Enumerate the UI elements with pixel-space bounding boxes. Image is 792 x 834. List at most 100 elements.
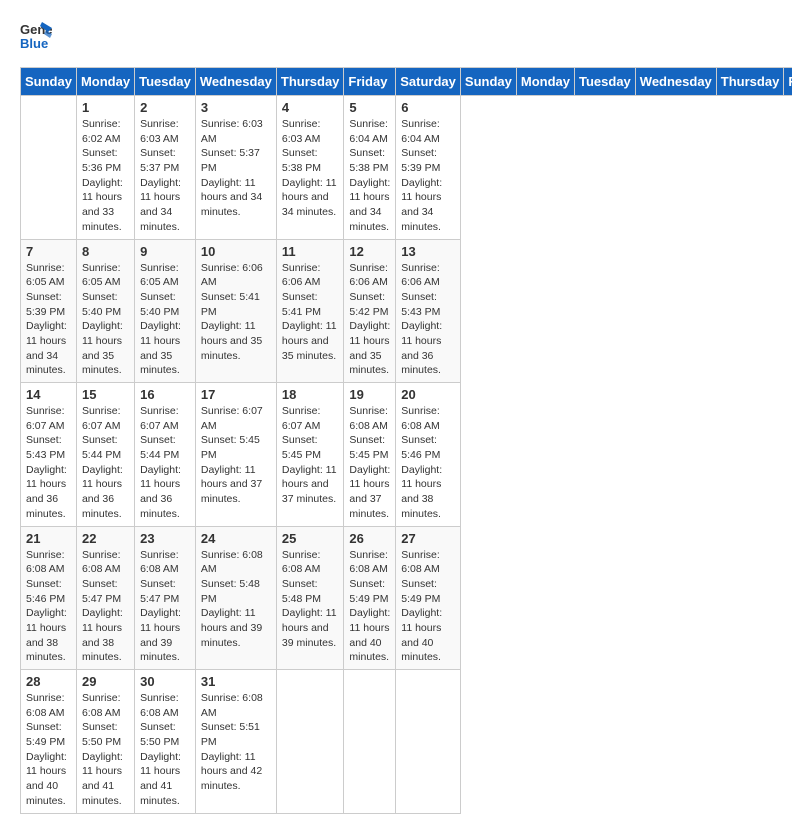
day-info: Sunrise: 6:07 AMSunset: 5:45 PMDaylight:… <box>282 404 339 507</box>
day-info: Sunrise: 6:03 AMSunset: 5:38 PMDaylight:… <box>282 117 339 220</box>
day-number: 30 <box>140 674 190 689</box>
day-number: 19 <box>349 387 390 402</box>
day-info: Sunrise: 6:06 AMSunset: 5:41 PMDaylight:… <box>201 261 271 364</box>
day-info: Sunrise: 6:08 AMSunset: 5:49 PMDaylight:… <box>26 691 71 809</box>
day-number: 2 <box>140 100 190 115</box>
column-header-saturday: Saturday <box>396 68 461 96</box>
calendar-cell: 6 Sunrise: 6:04 AMSunset: 5:39 PMDaylight… <box>396 96 461 240</box>
column-header-sunday: Sunday <box>21 68 77 96</box>
calendar-cell: 22Sunrise: 6:08 AMSunset: 5:47 PMDayligh… <box>76 526 134 670</box>
calendar-cell: 15 Sunrise: 6:07 AMSunset: 5:44 PMDayligh… <box>76 383 134 527</box>
calendar-cell: 12Sunrise: 6:06 AMSunset: 5:42 PMDayligh… <box>344 239 396 383</box>
day-number: 29 <box>82 674 129 689</box>
calendar-week-3: 14 Sunrise: 6:07 AMSunset: 5:43 PMDayligh… <box>21 383 792 527</box>
day-number: 31 <box>201 674 271 689</box>
day-number: 14 <box>26 387 71 402</box>
calendar-cell: 26Sunrise: 6:08 AMSunset: 5:49 PMDayligh… <box>344 526 396 670</box>
day-number: 5 <box>349 100 390 115</box>
day-number: 4 <box>282 100 339 115</box>
calendar-cell <box>21 96 77 240</box>
calendar-cell: 7 Sunrise: 6:05 AMSunset: 5:39 PMDaylight… <box>21 239 77 383</box>
column-header-monday: Monday <box>76 68 134 96</box>
calendar-cell: 10Sunrise: 6:06 AMSunset: 5:41 PMDayligh… <box>195 239 276 383</box>
day-info: Sunrise: 6:07 AMSunset: 5:44 PMDaylight:… <box>82 404 129 522</box>
calendar-cell: 11 Sunrise: 6:06 AMSunset: 5:41 PMDayligh… <box>276 239 344 383</box>
day-info: Sunrise: 6:05 AMSunset: 5:40 PMDaylight:… <box>82 261 129 379</box>
day-info: Sunrise: 6:03 AMSunset: 5:37 PMDaylight:… <box>201 117 271 220</box>
calendar-cell: 24 Sunrise: 6:08 AMSunset: 5:48 PMDayligh… <box>195 526 276 670</box>
column-header-thursday: Thursday <box>716 68 784 96</box>
calendar-cell: 2 Sunrise: 6:03 AMSunset: 5:37 PMDaylight… <box>135 96 196 240</box>
day-info: Sunrise: 6:03 AMSunset: 5:37 PMDaylight:… <box>140 117 190 235</box>
day-info: Sunrise: 6:05 AMSunset: 5:39 PMDaylight:… <box>26 261 71 379</box>
day-number: 24 <box>201 531 271 546</box>
calendar-week-1: 1 Sunrise: 6:02 AMSunset: 5:36 PMDaylight… <box>21 96 792 240</box>
calendar-cell <box>344 670 396 814</box>
calendar-cell <box>276 670 344 814</box>
day-info: Sunrise: 6:08 AMSunset: 5:46 PMDaylight:… <box>401 404 455 522</box>
column-header-wednesday: Wednesday <box>195 68 276 96</box>
day-number: 15 <box>82 387 129 402</box>
calendar-cell: 23 Sunrise: 6:08 AMSunset: 5:47 PMDayligh… <box>135 526 196 670</box>
column-header-sunday: Sunday <box>460 68 516 96</box>
calendar-cell: 21 Sunrise: 6:08 AMSunset: 5:46 PMDayligh… <box>21 526 77 670</box>
day-number: 16 <box>140 387 190 402</box>
calendar-cell: 17Sunrise: 6:07 AMSunset: 5:45 PMDayligh… <box>195 383 276 527</box>
calendar-header-row: SundayMondayTuesdayWednesdayThursdayFrid… <box>21 68 792 96</box>
day-info: Sunrise: 6:08 AMSunset: 5:49 PMDaylight:… <box>349 548 390 666</box>
day-number: 28 <box>26 674 71 689</box>
logo: General Blue <box>20 20 52 57</box>
calendar-cell: 19 Sunrise: 6:08 AMSunset: 5:45 PMDayligh… <box>344 383 396 527</box>
calendar-cell: 1 Sunrise: 6:02 AMSunset: 5:36 PMDaylight… <box>76 96 134 240</box>
svg-text:Blue: Blue <box>20 36 48 51</box>
day-info: Sunrise: 6:06 AMSunset: 5:41 PMDaylight:… <box>282 261 339 364</box>
logo-icon: General Blue <box>20 20 52 57</box>
day-info: Sunrise: 6:07 AMSunset: 5:44 PMDaylight:… <box>140 404 190 522</box>
day-number: 13 <box>401 244 455 259</box>
day-number: 18 <box>282 387 339 402</box>
day-number: 8 <box>82 244 129 259</box>
day-number: 22 <box>82 531 129 546</box>
calendar-cell: 16 Sunrise: 6:07 AMSunset: 5:44 PMDayligh… <box>135 383 196 527</box>
day-number: 11 <box>282 244 339 259</box>
day-number: 25 <box>282 531 339 546</box>
day-number: 21 <box>26 531 71 546</box>
day-info: Sunrise: 6:08 AMSunset: 5:47 PMDaylight:… <box>140 548 190 666</box>
day-info: Sunrise: 6:05 AMSunset: 5:40 PMDaylight:… <box>140 261 190 379</box>
calendar-cell: 28 Sunrise: 6:08 AMSunset: 5:49 PMDayligh… <box>21 670 77 814</box>
day-number: 1 <box>82 100 129 115</box>
calendar-cell: 14 Sunrise: 6:07 AMSunset: 5:43 PMDayligh… <box>21 383 77 527</box>
day-info: Sunrise: 6:02 AMSunset: 5:36 PMDaylight:… <box>82 117 129 235</box>
day-number: 9 <box>140 244 190 259</box>
calendar-cell: 9 Sunrise: 6:05 AMSunset: 5:40 PMDaylight… <box>135 239 196 383</box>
day-info: Sunrise: 6:08 AMSunset: 5:50 PMDaylight:… <box>140 691 190 809</box>
column-header-tuesday: Tuesday <box>135 68 196 96</box>
day-number: 6 <box>401 100 455 115</box>
day-info: Sunrise: 6:08 AMSunset: 5:48 PMDaylight:… <box>282 548 339 651</box>
day-info: Sunrise: 6:08 AMSunset: 5:51 PMDaylight:… <box>201 691 271 794</box>
day-info: Sunrise: 6:04 AMSunset: 5:39 PMDaylight:… <box>401 117 455 235</box>
calendar-cell: 30 Sunrise: 6:08 AMSunset: 5:50 PMDayligh… <box>135 670 196 814</box>
day-number: 20 <box>401 387 455 402</box>
day-number: 7 <box>26 244 71 259</box>
day-info: Sunrise: 6:08 AMSunset: 5:49 PMDaylight:… <box>401 548 455 666</box>
calendar-cell: 5Sunrise: 6:04 AMSunset: 5:38 PMDaylight… <box>344 96 396 240</box>
calendar-cell <box>396 670 461 814</box>
calendar-cell: 27 Sunrise: 6:08 AMSunset: 5:49 PMDayligh… <box>396 526 461 670</box>
day-info: Sunrise: 6:07 AMSunset: 5:43 PMDaylight:… <box>26 404 71 522</box>
day-info: Sunrise: 6:08 AMSunset: 5:45 PMDaylight:… <box>349 404 390 522</box>
day-info: Sunrise: 6:08 AMSunset: 5:46 PMDaylight:… <box>26 548 71 666</box>
calendar-week-5: 28 Sunrise: 6:08 AMSunset: 5:49 PMDayligh… <box>21 670 792 814</box>
column-header-tuesday: Tuesday <box>575 68 636 96</box>
column-header-friday: Friday <box>344 68 396 96</box>
column-header-monday: Monday <box>516 68 574 96</box>
day-number: 27 <box>401 531 455 546</box>
calendar-week-4: 21 Sunrise: 6:08 AMSunset: 5:46 PMDayligh… <box>21 526 792 670</box>
day-info: Sunrise: 6:08 AMSunset: 5:48 PMDaylight:… <box>201 548 271 651</box>
day-number: 23 <box>140 531 190 546</box>
column-header-thursday: Thursday <box>276 68 344 96</box>
column-header-wednesday: Wednesday <box>635 68 716 96</box>
calendar-cell: 25 Sunrise: 6:08 AMSunset: 5:48 PMDayligh… <box>276 526 344 670</box>
calendar-cell: 8 Sunrise: 6:05 AMSunset: 5:40 PMDaylight… <box>76 239 134 383</box>
page-header: General Blue <box>20 20 772 57</box>
